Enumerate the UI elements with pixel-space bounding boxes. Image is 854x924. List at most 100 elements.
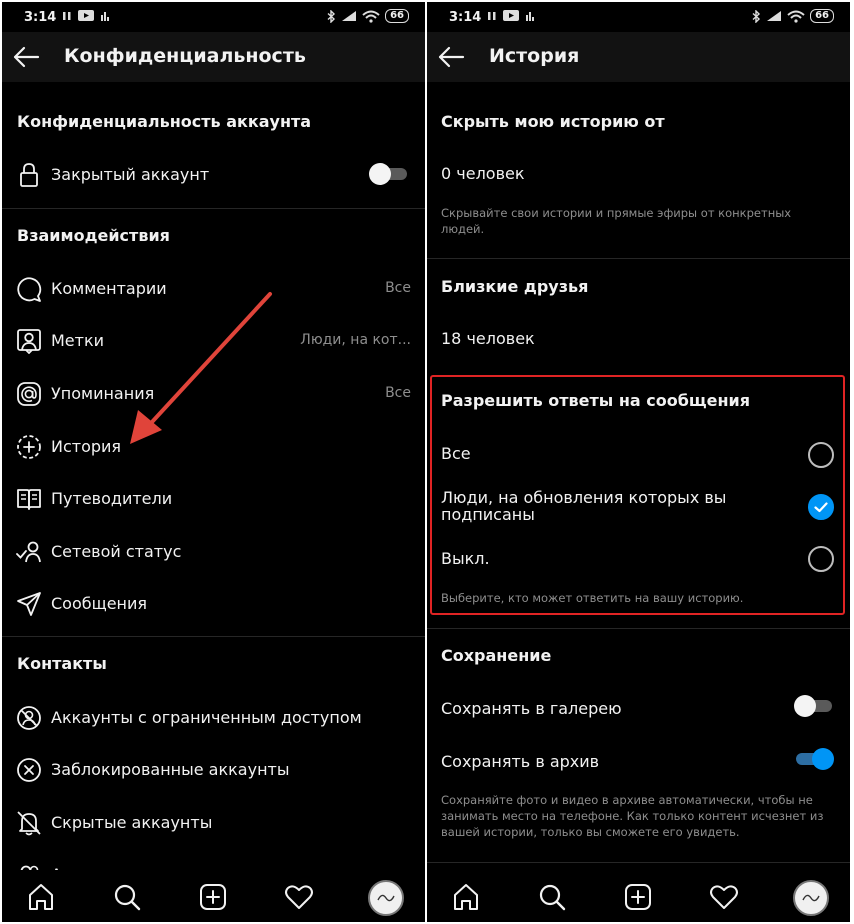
saving-title: Сохранение: [441, 646, 552, 665]
status-time: 3:14: [449, 10, 482, 25]
section-contacts: Контакты: [17, 654, 107, 673]
contact-row-restricted[interactable]: Аккаунты с ограниченным доступом: [2, 697, 425, 737]
restricted-icon: [16, 705, 42, 731]
bluetooth-icon: [752, 9, 761, 23]
private-account-label: Закрытый аккаунт: [51, 165, 210, 184]
row-value: Люди, на кот...: [300, 332, 411, 348]
page-title: История: [489, 45, 580, 67]
divider: [427, 258, 850, 259]
lock-icon: [16, 162, 42, 188]
system-icons: 66: [327, 9, 409, 23]
home-icon[interactable]: [451, 882, 481, 912]
reply-option-off-label[interactable]: Выкл.: [441, 549, 490, 568]
interaction-row-guides[interactable]: Путеводители: [2, 478, 425, 518]
send-icon: [16, 591, 42, 617]
bottom-nav: [427, 870, 850, 922]
reply-option-following-label[interactable]: Люди, на обновления которых вы подписаны: [441, 489, 751, 523]
wifi-icon: [787, 10, 805, 23]
row-label: Путеводители: [51, 489, 173, 508]
checkmark-icon: [814, 502, 828, 513]
row-label: Аккаунты с ограниченным доступом: [51, 708, 362, 727]
reply-option-following-radio[interactable]: [808, 494, 834, 520]
divider: [2, 636, 425, 637]
system-icons: 66: [752, 9, 834, 23]
section-account-privacy: Конфиденциальность аккаунта: [17, 112, 312, 131]
signal-icon: [766, 10, 782, 22]
new-post-icon[interactable]: [623, 882, 653, 912]
interaction-row-mentions[interactable]: Упоминания Все: [2, 373, 425, 413]
row-label: Сетевой статус: [51, 542, 182, 561]
search-icon[interactable]: [537, 882, 567, 912]
interaction-row-tags[interactable]: Метки Люди, на кот...: [2, 320, 425, 360]
status-time: 3:14: [24, 10, 57, 25]
story-settings-screen: 3:14 66 История Скрыть мою историю от 0 …: [427, 2, 850, 922]
save-archive-toggle[interactable]: [794, 748, 834, 770]
signal-icon: [341, 10, 357, 22]
save-gallery-label: Сохранять в галерею: [441, 699, 622, 718]
bottom-nav: [2, 870, 425, 922]
at-icon: [16, 381, 42, 407]
status-bar: 3:14 66: [2, 2, 425, 32]
guide-book-icon: [16, 486, 42, 512]
close-friends-title: Близкие друзья: [441, 277, 589, 296]
divider: [427, 628, 850, 629]
bluetooth-icon: [327, 9, 336, 23]
close-friends-count[interactable]: 18 человек: [441, 329, 535, 348]
interaction-row-messages[interactable]: Сообщения: [2, 583, 425, 623]
blocked-icon: [16, 757, 42, 783]
private-account-row[interactable]: Закрытый аккаунт: [2, 154, 425, 194]
muted-bell-icon: [16, 810, 42, 836]
interaction-row-activity-status[interactable]: Сетевой статус: [2, 531, 425, 571]
row-label: Комментарии: [51, 279, 167, 298]
section-interactions: Взаимодействия: [17, 226, 170, 245]
divider: [427, 862, 850, 863]
row-label: История: [51, 437, 122, 456]
row-value: Все: [385, 385, 411, 401]
home-icon[interactable]: [26, 882, 56, 912]
save-gallery-toggle[interactable]: [794, 695, 834, 717]
contact-row-blocked[interactable]: Заблокированные аккаунты: [2, 749, 425, 789]
wifi-icon: [362, 10, 380, 23]
activity-heart-icon[interactable]: [284, 882, 314, 912]
back-arrow-icon[interactable]: [12, 45, 40, 69]
notification-icons: [62, 10, 110, 21]
status-bar: 3:14 66: [427, 2, 850, 32]
page-title: Конфиденциальность: [64, 45, 306, 67]
reply-option-everyone-label[interactable]: Все: [441, 444, 471, 463]
search-icon[interactable]: [112, 882, 142, 912]
app-bar: История: [427, 32, 850, 82]
story-add-icon: [16, 434, 42, 460]
tag-person-icon: [16, 328, 42, 354]
contact-row-muted[interactable]: Скрытые аккаунты: [2, 802, 425, 842]
activity-heart-icon[interactable]: [709, 882, 739, 912]
row-label: Упоминания: [51, 384, 155, 403]
divider: [2, 208, 425, 209]
reply-option-off-radio[interactable]: [808, 546, 834, 572]
hide-story-count[interactable]: 0 человек: [441, 164, 525, 183]
row-label: Скрытые аккаунты: [51, 813, 213, 832]
row-label: Сообщения: [51, 594, 148, 613]
battery-indicator: 66: [385, 9, 409, 23]
interaction-row-story[interactable]: История: [2, 426, 425, 466]
comment-icon: [16, 276, 42, 302]
privacy-screen: 3:14 66 Конфиденциальность Конфиденциаль…: [2, 2, 425, 922]
app-bar: Конфиденциальность: [2, 32, 425, 82]
reply-option-everyone-radio[interactable]: [808, 442, 834, 468]
hide-story-title: Скрыть мою историю от: [441, 112, 665, 131]
row-label: Заблокированные аккаунты: [51, 760, 290, 779]
archive-hint: Сохраняйте фото и видео в архиве автомат…: [441, 793, 824, 839]
replies-hint: Выберите, кто может ответить на вашу ист…: [441, 591, 744, 605]
new-post-icon[interactable]: [198, 882, 228, 912]
interaction-row-comments[interactable]: Комментарии Все: [2, 268, 425, 308]
replies-title: Разрешить ответы на сообщения: [441, 391, 750, 410]
row-value: Все: [385, 280, 411, 296]
save-archive-label: Сохранять в архив: [441, 752, 600, 771]
activity-status-icon: [16, 539, 42, 565]
profile-avatar[interactable]: [368, 880, 404, 916]
back-arrow-icon[interactable]: [437, 45, 465, 69]
profile-avatar[interactable]: [793, 880, 829, 916]
private-account-toggle[interactable]: [369, 163, 409, 185]
battery-indicator: 66: [810, 9, 834, 23]
hide-story-hint: Скрывайте свои истории и прямые эфиры от…: [441, 206, 792, 236]
row-label: Метки: [51, 331, 105, 350]
